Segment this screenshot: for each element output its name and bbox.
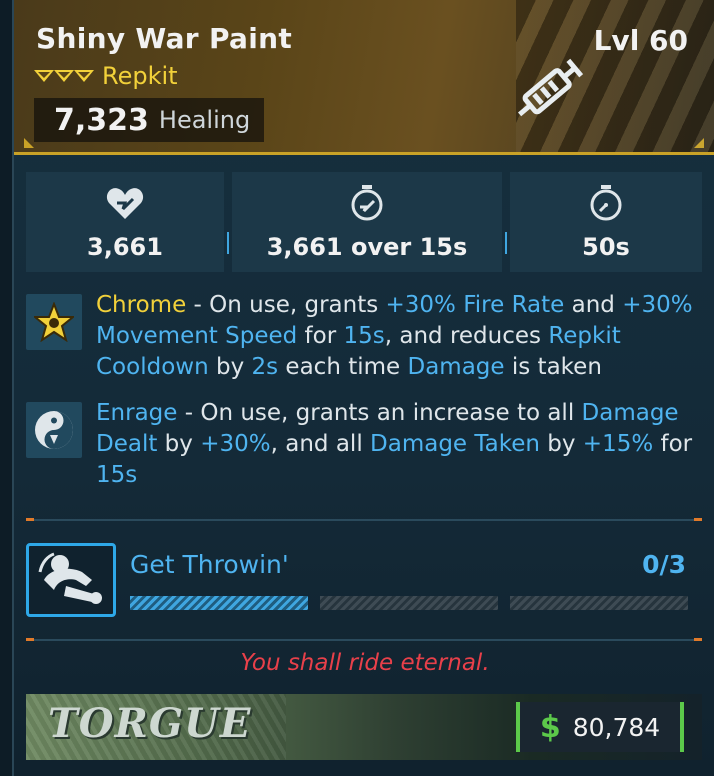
healing-label: Healing [158, 106, 251, 134]
item-type: Repkit [102, 62, 178, 90]
challenge-title: Get Throwin' [130, 550, 289, 579]
rarity-row: Repkit [34, 62, 178, 90]
perk-keyword: +30% [200, 431, 271, 457]
divider-tick [26, 518, 34, 521]
perk-text: for [653, 431, 693, 457]
item-footer: TORGUE $ 80,784 [26, 694, 702, 760]
healing-value: 7,323 [54, 102, 149, 138]
syringe-icon [517, 58, 584, 117]
dollar-icon: $ [539, 709, 561, 745]
corner-marker-left [24, 138, 34, 148]
perk-keyword: 15s [343, 323, 385, 349]
rarity-chevrons-icon [34, 70, 94, 82]
chrome-star-icon [26, 294, 82, 350]
price-box: $ 80,784 [516, 702, 684, 752]
corner-marker-right [694, 138, 704, 148]
perk-text: by [208, 354, 252, 380]
stat-cooldown: 50s [510, 172, 702, 272]
healing-box: 7,323 Healing [34, 98, 265, 142]
progress-segment-empty [320, 596, 498, 610]
perk-keyword: +15% [582, 431, 654, 457]
stat-value: 50s [582, 233, 630, 261]
stat-separator [227, 232, 229, 254]
progress-segment-empty [510, 596, 688, 610]
heart-icon [106, 188, 144, 219]
perk-keyword: +30% Fire Rate [385, 292, 565, 318]
perk-text: each time [278, 354, 408, 380]
stat-heal-over-time: 3,661 over 15s [232, 172, 507, 272]
item-header: Shiny War Paint Lvl 60 Repkit 7,323 Heal… [14, 0, 714, 155]
perk-name: Chrome [96, 292, 187, 318]
stopwatch-icon [590, 185, 622, 221]
stat-damage: 3,661 [26, 172, 229, 272]
item-level: Lvl 60 [593, 24, 688, 57]
perk-keyword: 15s [96, 462, 138, 488]
perk-chrome: Chrome - On use, grants +30% Fire Rate a… [26, 290, 702, 383]
challenge-progress-bars [130, 596, 688, 610]
stopwatch-heal-icon [351, 185, 383, 221]
perk-description: Enrage - On use, grants an increase to a… [96, 398, 702, 491]
perk-text: is taken [504, 354, 602, 380]
perk-text: for [297, 323, 344, 349]
stat-separator [505, 232, 507, 254]
challenge-badge [26, 543, 116, 617]
progress-segment-complete [130, 596, 308, 610]
divider-tick [694, 518, 702, 521]
perk-text: - On use, grants [186, 292, 386, 318]
perk-text: - On use, grants an increase to all [177, 400, 582, 426]
section-divider [26, 518, 702, 521]
enrage-yin-yang-icon [26, 402, 82, 458]
perk-name: Enrage [96, 400, 178, 426]
stat-value: 3,661 over 15s [266, 233, 468, 261]
challenge-progress: 0/3 [642, 550, 686, 579]
throw-grenade-icon [38, 552, 102, 604]
perk-text: by [539, 431, 583, 457]
perk-text: and [564, 292, 623, 318]
perk-text: , and reduces [384, 323, 549, 349]
stats-row: 3,661 3,661 over 15s 50s [26, 172, 702, 272]
perk-text: by [157, 431, 201, 457]
perk-description: Chrome - On use, grants +30% Fire Rate a… [96, 290, 702, 383]
perk-keyword: Damage [407, 354, 505, 380]
divider-tick [694, 638, 702, 641]
perk-keyword: Damage Taken [370, 431, 540, 457]
divider-tick [26, 638, 34, 641]
stat-value: 3,661 [87, 233, 163, 261]
perk-text: , and all [270, 431, 371, 457]
flavor-text: You shall ride eternal. [240, 650, 490, 676]
perk-keyword: 2s [251, 354, 279, 380]
item-card: Shiny War Paint Lvl 60 Repkit 7,323 Heal… [12, 0, 714, 776]
perk-enrage: Enrage - On use, grants an increase to a… [26, 398, 702, 491]
item-name: Shiny War Paint [36, 22, 293, 55]
section-divider [26, 638, 702, 641]
item-price: 80,784 [572, 712, 661, 742]
manufacturer-logo: TORGUE [48, 700, 252, 747]
